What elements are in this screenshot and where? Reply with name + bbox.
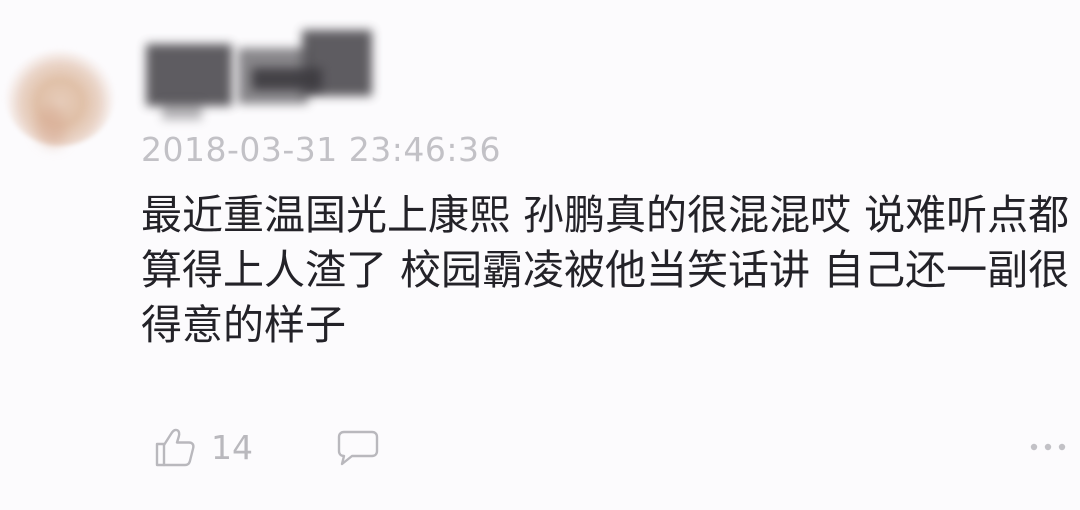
thumbs-up-icon[interactable]	[154, 426, 196, 468]
comment-actions: 14	[0, 420, 1080, 480]
username-obscured[interactable]	[142, 24, 382, 126]
more-dots-icon[interactable]	[1028, 440, 1068, 454]
comment-text: 最近重温国光上康熙 孙鹏真的很混混哎 说难听点都算得上人渣了 校园霸凌被他当笑话…	[141, 191, 1070, 349]
avatar[interactable]	[6, 50, 114, 146]
avatar-blur	[36, 106, 66, 146]
comment-item: 2018-03-31 23:46:36 最近重温国光上康熙 孙鹏真的很混混哎 说…	[0, 0, 1080, 510]
comment-icon[interactable]	[336, 428, 380, 468]
comment-timestamp: 2018-03-31 23:46:36	[141, 130, 501, 169]
like-count: 14	[211, 428, 253, 467]
